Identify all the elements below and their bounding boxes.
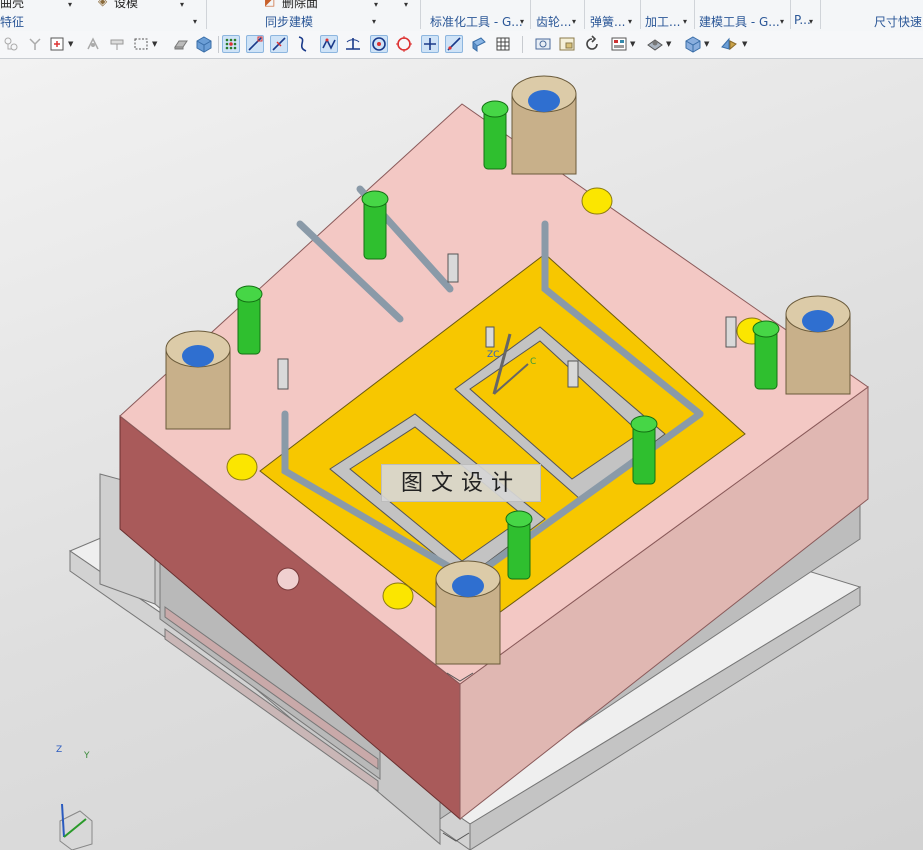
selection-toolbar: ▼ ▼ ▼ ▼ ▼ ▼ (0, 31, 923, 59)
perpendicular-icon[interactable] (344, 35, 362, 53)
chevron-down-icon[interactable]: ▼ (704, 40, 709, 48)
guide-bushing-top (511, 75, 577, 175)
group-quick-dimension[interactable]: 尺寸快速 (874, 13, 922, 30)
group-spring[interactable]: 弹簧... (590, 13, 625, 30)
chevron-down-icon[interactable]: ▾ (374, 0, 378, 9)
group-divider (790, 0, 791, 29)
pad-1 (581, 187, 613, 215)
guide-bushing-left (165, 330, 231, 430)
chevron-down-icon[interactable]: ▾ (683, 17, 687, 26)
group-sync-modeling[interactable]: 同步建模 (265, 13, 313, 30)
emboss-icon: ◈ (98, 0, 108, 8)
face-icon[interactable] (470, 35, 488, 53)
origin-label-xc: C (530, 357, 537, 367)
ribbon: 曲壳 ▾ ◈ 设模 ▾ ◩ 删除面 ▾ ▾ 特征 ▾ 同步建模 ▾ 标准化工具 … (0, 0, 923, 32)
line-end-icon[interactable] (246, 35, 264, 53)
solid-body-icon[interactable] (172, 35, 190, 53)
section-icon[interactable] (720, 35, 738, 53)
chevron-down-icon[interactable]: ▼ (68, 40, 73, 48)
pad-3 (382, 582, 414, 610)
render-mode-icon[interactable] (646, 35, 664, 53)
measure-icon[interactable] (108, 35, 126, 53)
chevron-down-icon[interactable]: ▾ (520, 17, 524, 26)
ribbon-top-item-mold[interactable]: 设模 (114, 0, 138, 11)
fit-view-icon[interactable] (534, 35, 552, 53)
triad-label-z: Z (56, 745, 63, 755)
chevron-down-icon[interactable]: ▾ (404, 0, 408, 9)
group-divider (206, 0, 207, 29)
chevron-down-icon[interactable]: ▼ (666, 40, 671, 48)
ribbon-top-item-delete-face[interactable]: 删除面 (282, 0, 318, 11)
layout-icon[interactable] (610, 35, 628, 53)
cube-icon[interactable] (684, 35, 702, 53)
refresh-view-icon[interactable] (583, 35, 601, 53)
view-triad (59, 803, 93, 850)
graphics-viewport[interactable]: ZC C Z Y 图文设计 (0, 59, 923, 850)
mold-assembly-model[interactable] (0, 59, 923, 850)
group-divider (584, 0, 585, 29)
selection-filter-icon[interactable] (48, 35, 66, 53)
line-mid-icon[interactable] (270, 35, 288, 53)
toolbar-divider (218, 36, 219, 53)
arc-center-icon[interactable] (370, 35, 388, 53)
chevron-down-icon[interactable]: ▾ (68, 0, 72, 9)
group-divider (420, 0, 421, 29)
chevron-down-icon[interactable]: ▾ (628, 17, 632, 26)
group-divider (640, 0, 641, 29)
chevron-down-icon[interactable]: ▾ (180, 0, 184, 9)
group-machining[interactable]: 加工... (645, 13, 680, 30)
curve-icon[interactable] (294, 35, 312, 53)
chevron-down-icon[interactable]: ▼ (152, 40, 157, 48)
snap-point-icon[interactable] (26, 35, 44, 53)
chevron-down-icon[interactable]: ▾ (372, 17, 376, 26)
chevron-down-icon[interactable]: ▾ (809, 17, 813, 26)
group-divider (530, 0, 531, 29)
group-gear[interactable]: 齿轮... (536, 13, 571, 30)
guide-bushing-right (785, 295, 851, 395)
group-standard-tools[interactable]: 标准化工具 - G... (430, 13, 523, 30)
chevron-down-icon[interactable]: ▾ (193, 17, 197, 26)
ribbon-top-item-shell[interactable]: 曲壳 (0, 0, 24, 11)
grid-table-icon[interactable] (494, 35, 512, 53)
guide-bushing-bottom (435, 560, 501, 665)
chevron-down-icon[interactable]: ▾ (572, 17, 576, 26)
zoom-view-icon[interactable] (558, 35, 576, 53)
origin-label-zc: ZC (487, 350, 500, 360)
grid-point-icon[interactable] (222, 35, 240, 53)
toolbar-divider (522, 36, 523, 53)
ejector-hole (276, 567, 300, 591)
snap-filter-icon[interactable] (2, 35, 20, 53)
watermark-text: 图文设计 (381, 464, 541, 502)
group-modeling-tools[interactable]: 建模工具 - G... (699, 13, 780, 30)
group-divider (820, 0, 821, 29)
intersection-icon[interactable] (421, 35, 439, 53)
group-divider (694, 0, 695, 29)
chevron-down-icon[interactable]: ▾ (780, 17, 784, 26)
chevron-down-icon[interactable]: ▼ (742, 40, 747, 48)
circle-quadrant-icon[interactable] (395, 35, 413, 53)
group-feature[interactable]: 特征 (0, 13, 24, 30)
chevron-down-icon[interactable]: ▼ (630, 40, 635, 48)
triad-label-y: Y (84, 751, 90, 761)
shaded-cube-icon[interactable] (195, 35, 213, 53)
polyline-icon[interactable] (320, 35, 338, 53)
pad-2 (226, 453, 258, 481)
box-select-icon[interactable] (132, 35, 150, 53)
tangent-line-icon[interactable] (445, 35, 463, 53)
delete-face-icon: ◩ (264, 0, 276, 8)
move-handle-icon[interactable] (84, 35, 102, 53)
